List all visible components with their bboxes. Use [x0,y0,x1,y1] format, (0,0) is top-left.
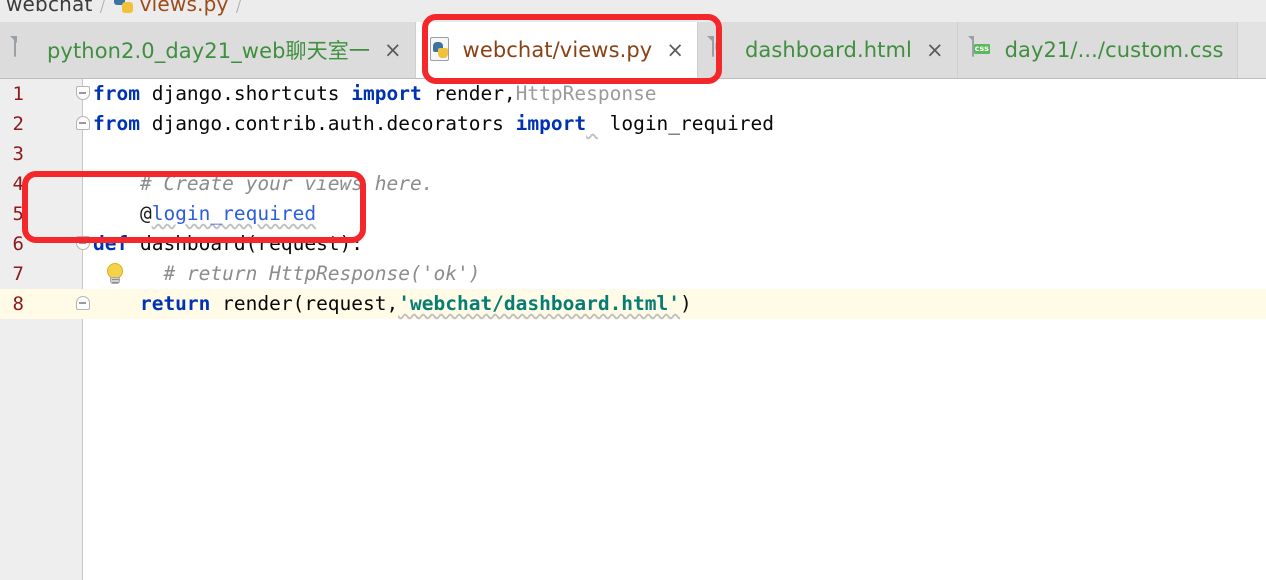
code-line-text: return render(request,'webchat/dashboard… [93,292,692,315]
line-number: 5 [12,203,24,225]
code-line[interactable]: 3 [0,139,1266,169]
line-number: 1 [12,83,24,105]
line-number: 7 [12,263,24,285]
breadcrumb-item-folder[interactable]: webchat [6,0,93,16]
code-line-text: from django.contrib.auth.decorators impo… [93,112,774,135]
breadcrumb: webchat / views.py / [6,0,250,18]
code-line[interactable]: 4 # Create your views here. [0,169,1266,199]
python-file-icon [429,37,452,63]
code-line[interactable]: 5 @login_required [0,199,1266,229]
code-fold-icon[interactable] [76,86,91,102]
code-line[interactable]: 7 # return HttpResponse('ok') [0,259,1266,289]
code-line[interactable]: 8 return render(request,'webchat/dashboa… [0,289,1266,319]
editor-tab-bar: python2.0_day21_web聊天室一 × webchat/views.… [0,22,1266,79]
code-line-text: @login_required [93,202,317,225]
code-line[interactable]: 1 from django.shortcuts import render,Htt… [0,79,1266,109]
code-fold-icon[interactable] [76,236,91,252]
code-fold-icon[interactable] [76,296,91,312]
breadcrumb-separator: / [99,0,107,16]
code-line-text: def dashboard(request): [93,232,364,255]
code-line-text: # return HttpResponse('ok') [93,262,481,285]
close-icon[interactable]: × [926,39,944,61]
code-line-text: from django.shortcuts import render,Http… [93,82,657,105]
document-icon [14,36,36,63]
tab-custom-css[interactable]: css day21/.../custom.css [957,22,1238,78]
code-lines[interactable]: 1 from django.shortcuts import render,Htt… [0,79,1266,580]
line-number: 6 [12,233,24,255]
tab-label: python2.0_day21_web聊天室一 [47,39,370,63]
line-number: 3 [12,143,24,165]
line-number: 2 [12,113,24,135]
close-icon[interactable]: × [666,39,684,61]
tab-dashboard-html[interactable]: h dashboard.html × [697,22,958,78]
python-file-icon [113,0,134,14]
breadcrumb-item-file[interactable]: views.py [140,0,229,16]
close-icon[interactable]: × [384,39,402,61]
tab-label: webchat/views.py [462,38,653,62]
line-number: 4 [12,173,24,195]
line-number: 8 [12,293,24,315]
tab-label: day21/.../custom.css [1004,38,1224,62]
code-line[interactable]: 6 def dashboard(request): [0,229,1266,259]
tab-label: dashboard.html [744,38,912,62]
code-line-text: # Create your views here. [93,172,434,195]
css-file-icon: css [971,36,994,63]
code-fold-icon[interactable] [76,116,91,132]
breadcrumb-bar: webchat / views.py / [0,0,1266,23]
code-editor[interactable]: 1 from django.shortcuts import render,Htt… [0,79,1266,580]
code-line[interactable]: 2 from django.contrib.auth.decorators imp… [0,109,1266,139]
tab-webchat-views-py[interactable]: webchat/views.py × [415,22,698,78]
breadcrumb-separator-trailing: / [235,0,243,16]
html-file-icon: h [711,36,734,63]
tab-python2-day21-web[interactable]: python2.0_day21_web聊天室一 × [0,22,416,78]
